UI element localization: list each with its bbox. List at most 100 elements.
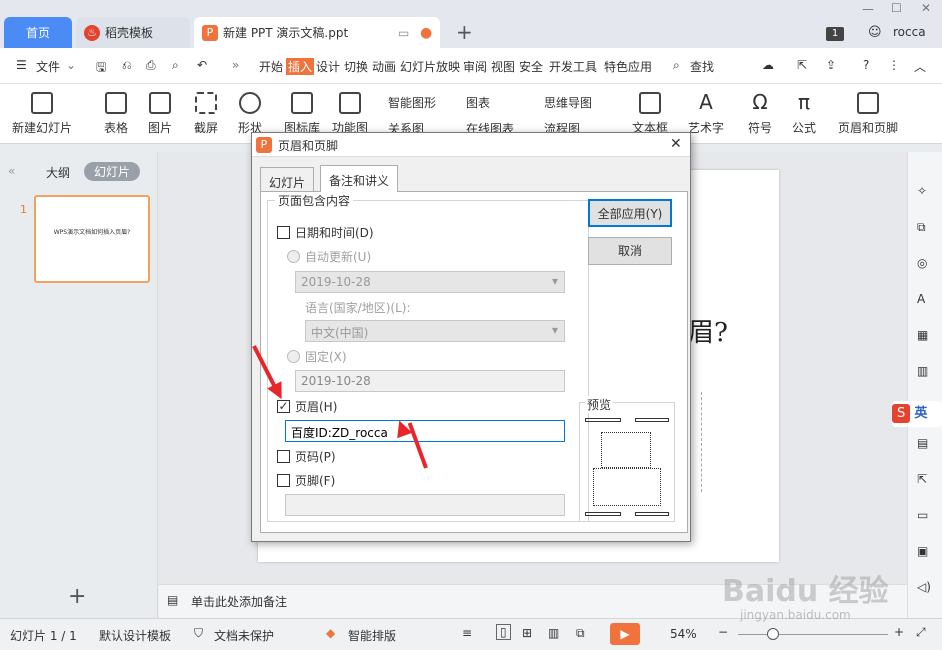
play-slideshow-icon[interactable]: ▶ [610, 623, 640, 645]
tab-template[interactable]: ♨ 稻壳模板 [76, 17, 190, 48]
search-label[interactable]: 查找 [690, 58, 714, 75]
screenshot-button[interactable]: 截屏 [194, 92, 218, 136]
zoom-out-icon[interactable]: − [718, 625, 728, 639]
menu-review[interactable]: 审阅 [463, 58, 487, 75]
tab-home[interactable]: 首页 [4, 17, 72, 48]
page-number-checkbox[interactable] [277, 450, 290, 463]
smart-art-button[interactable]: 智能图形 [388, 94, 436, 111]
export-icon[interactable]: ⎌ [122, 58, 132, 73]
design-template[interactable]: 默认设计模板 [99, 627, 171, 644]
gallery-icon[interactable]: ▤ [917, 436, 928, 450]
text-style-icon[interactable]: A [917, 292, 925, 306]
close-icon[interactable]: ✕ [670, 136, 682, 152]
formula-button[interactable]: π 公式 [792, 92, 816, 136]
bar-chart-icon[interactable]: ▥ [917, 364, 928, 378]
language-select[interactable]: 中文(中国) ▾ [305, 320, 565, 342]
shape-button[interactable]: 形状 [238, 92, 262, 136]
zoom-slider-thumb[interactable] [767, 628, 779, 640]
normal-view-icon[interactable]: ▯ [496, 624, 511, 640]
fit-window-icon[interactable]: ⤢ [916, 625, 926, 640]
presenter-icon[interactable]: ⧉ [576, 626, 585, 641]
header-checkbox[interactable]: ✓ [277, 400, 290, 413]
more-options-icon[interactable]: ⋮ [888, 58, 900, 72]
minimize-icon[interactable]: — [862, 2, 874, 16]
share-icon[interactable]: ⇱ [797, 58, 807, 72]
cloud-icon[interactable]: ☁ [762, 58, 774, 72]
protect-status[interactable]: 文档未保护 [214, 627, 274, 644]
tab-slides[interactable]: 幻灯片 [84, 162, 141, 181]
wordart-button[interactable]: A 艺术字 [688, 92, 724, 136]
header-label[interactable]: 页眉(H) [295, 398, 337, 415]
menu-slideshow[interactable]: 幻灯片放映 [400, 58, 460, 75]
notes-toggle-icon[interactable]: ≡ [462, 626, 472, 640]
chart-button[interactable]: 图表 [466, 94, 490, 111]
icon-library-button[interactable]: 图标库 [284, 92, 320, 136]
footer-checkbox[interactable] [277, 474, 290, 487]
fixed-date-field[interactable]: 2019-10-28 [295, 370, 565, 392]
menu-design[interactable]: 设计 [316, 58, 340, 75]
shapes-icon[interactable]: ◎ [917, 256, 927, 270]
header-footer-button[interactable]: 页眉和页脚 [838, 92, 898, 136]
image-icon[interactable]: ▣ [917, 544, 928, 558]
menu-transition[interactable]: 切换 [344, 58, 368, 75]
date-format-select[interactable]: 2019-10-28 ▾ [295, 271, 565, 293]
function-chart-button[interactable]: 功能图 [332, 92, 368, 136]
textbox-button[interactable]: 文本框 [632, 92, 668, 136]
cancel-button[interactable]: 取消 [588, 237, 672, 265]
save-icon[interactable]: 🖫 [96, 58, 106, 79]
auto-update-label[interactable]: 自动更新(U) [305, 248, 371, 265]
datetime-label[interactable]: 日期和时间(D) [295, 224, 374, 241]
notes-placeholder[interactable]: 单击此处添加备注 [191, 593, 287, 610]
menu-view[interactable]: 视图 [491, 58, 515, 75]
zoom-slider-track[interactable] [738, 634, 888, 635]
header-text-input[interactable]: 百度ID:ZD_rocca [285, 420, 565, 442]
footer-label[interactable]: 页脚(F) [295, 472, 335, 489]
tab-outline[interactable]: 大纲 [46, 164, 70, 181]
auto-update-radio[interactable] [287, 250, 300, 263]
upload-icon[interactable]: ⇪ [826, 58, 836, 72]
mindmap-button[interactable]: 思维导图 [544, 94, 592, 111]
slide-title-fragment[interactable]: 眉? [688, 312, 728, 349]
share-out-icon[interactable]: ⇱ [917, 472, 927, 486]
sorter-view-icon[interactable]: ⊞ [522, 626, 532, 640]
symbol-button[interactable]: Ω 符号 [748, 92, 772, 136]
zoom-level[interactable]: 54% [670, 627, 697, 641]
datetime-checkbox[interactable] [277, 226, 290, 239]
close-window-icon[interactable]: ✕ [921, 1, 931, 15]
slide-thumbnail[interactable]: WPS演示文档如何插入页眉? [34, 195, 150, 283]
sound-icon[interactable]: ◁) [917, 580, 931, 594]
menu-animation[interactable]: 动画 [372, 58, 396, 75]
hamburger-icon[interactable]: ☰ [16, 58, 27, 72]
smart-layout[interactable]: 智能排版 [348, 627, 396, 644]
badge-count[interactable]: 1 [826, 27, 844, 41]
add-slide-icon[interactable]: + [68, 584, 86, 609]
new-tab-icon[interactable]: + [456, 20, 473, 44]
page-number-label[interactable]: 页码(P) [295, 448, 336, 465]
collapse-ribbon-icon[interactable]: ︿ [914, 58, 926, 75]
zoom-in-icon[interactable]: + [894, 625, 904, 639]
magic-icon[interactable]: ✧ [917, 184, 927, 198]
menu-special[interactable]: 特色应用 [604, 58, 652, 75]
maximize-icon[interactable]: ☐ [891, 1, 902, 15]
reading-view-icon[interactable]: ▥ [548, 626, 559, 640]
archive-icon[interactable]: ▭ [917, 508, 928, 522]
file-menu[interactable]: 文件 [36, 58, 60, 75]
menu-devtools[interactable]: 开发工具 [549, 58, 597, 75]
user-name[interactable]: rocca [893, 25, 926, 39]
screen-icon[interactable]: ▭ [398, 26, 409, 40]
more-icon[interactable]: » [232, 58, 239, 72]
table-button[interactable]: 表格 [104, 92, 128, 136]
tab-slide[interactable]: 幻灯片 [260, 167, 315, 191]
user-avatar-icon[interactable]: ☺ [868, 25, 882, 40]
picture-button[interactable]: 图片 [148, 92, 172, 136]
fixed-radio[interactable] [287, 350, 300, 363]
undo-icon[interactable]: ↶ [197, 58, 207, 72]
tab-notes-handouts[interactable]: 备注和讲义 [320, 165, 399, 192]
new-slide-button[interactable]: 新建幻灯片 [12, 92, 72, 136]
footer-text-input[interactable] [285, 494, 565, 516]
menu-security[interactable]: 安全 [519, 58, 543, 75]
print-icon[interactable]: ⎙ [146, 58, 156, 73]
grid-icon[interactable]: ▦ [917, 328, 928, 342]
apply-all-button[interactable]: 全部应用(Y) [588, 199, 672, 227]
menu-start[interactable]: 开始 [259, 58, 283, 75]
